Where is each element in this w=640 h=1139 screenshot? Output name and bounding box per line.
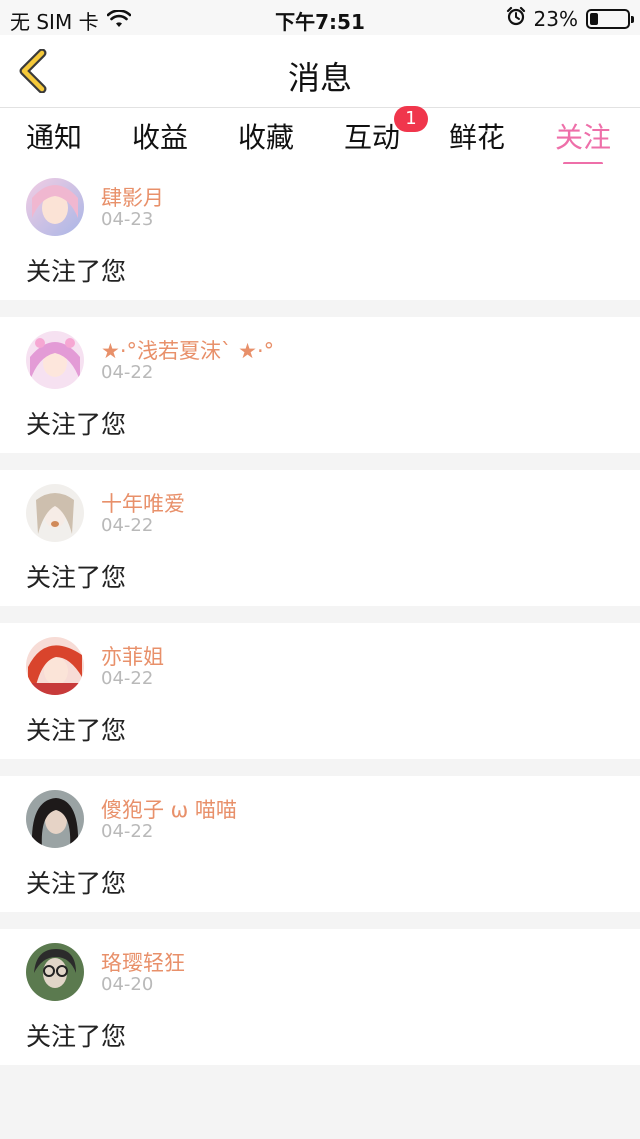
divider xyxy=(0,300,640,317)
message-text: 关注了您 xyxy=(26,563,127,592)
divider xyxy=(0,606,640,623)
user-name[interactable]: ★·°浅若夏沫ˋ ★·° xyxy=(101,335,274,365)
avatar[interactable] xyxy=(26,943,84,1001)
page-title: 消息 xyxy=(287,59,352,97)
tab-favorites[interactable]: 收藏 xyxy=(238,116,294,156)
battery-percent: 23% xyxy=(533,6,578,31)
divider xyxy=(0,1065,640,1082)
message-text: 关注了您 xyxy=(26,410,127,439)
avatar[interactable] xyxy=(26,178,84,236)
user-name[interactable]: 肆影月 xyxy=(101,182,164,212)
follow-message-list: 肆影月 04-23 关注了您 ★·°浅若夏沫ˋ ★·° 04-22 关注了您 十… xyxy=(0,164,640,1082)
tab-interactions[interactable]: 互动 1 xyxy=(344,106,428,156)
list-item[interactable]: 珞璎轻狂 04-20 关注了您 xyxy=(0,929,640,1065)
tab-flowers[interactable]: 鲜花 xyxy=(449,116,505,156)
user-name[interactable]: 十年唯爱 xyxy=(101,488,185,518)
message-date: 04-22 xyxy=(101,668,154,689)
tab-label: 互动 xyxy=(344,121,401,154)
battery-icon xyxy=(586,8,634,29)
message-date: 04-22 xyxy=(101,515,154,536)
tab-label: 收益 xyxy=(132,121,189,154)
divider xyxy=(0,453,640,470)
message-date: 04-20 xyxy=(101,974,154,995)
message-date: 04-22 xyxy=(101,821,154,842)
alarm-icon xyxy=(506,6,526,31)
divider xyxy=(0,912,640,929)
tab-label: 收藏 xyxy=(238,121,295,154)
battery-fill xyxy=(590,12,598,25)
user-name[interactable]: 亦菲姐 xyxy=(101,641,164,671)
user-name[interactable]: 珞璎轻狂 xyxy=(101,947,185,977)
avatar[interactable] xyxy=(26,790,84,848)
divider xyxy=(0,759,640,776)
tab-label: 鲜花 xyxy=(449,121,506,154)
list-item[interactable]: 肆影月 04-23 关注了您 xyxy=(0,164,640,300)
message-date: 04-22 xyxy=(101,362,154,383)
user-name[interactable]: 傻狍子 ω 喵喵 xyxy=(101,794,237,824)
tab-label: 关注 xyxy=(555,121,612,154)
tab-follows[interactable]: 关注 xyxy=(555,116,612,165)
message-date: 04-23 xyxy=(101,209,154,230)
avatar[interactable] xyxy=(26,484,84,542)
avatar[interactable] xyxy=(26,331,84,389)
list-item[interactable]: ★·°浅若夏沫ˋ ★·° 04-22 关注了您 xyxy=(0,317,640,453)
message-text: 关注了您 xyxy=(26,257,127,286)
message-text: 关注了您 xyxy=(26,716,127,745)
list-item[interactable]: 傻狍子 ω 喵喵 04-22 关注了您 xyxy=(0,776,640,912)
message-text: 关注了您 xyxy=(26,1022,127,1051)
nav-bar: 消息 xyxy=(0,35,640,108)
unread-badge: 1 xyxy=(394,106,428,132)
list-item[interactable]: 亦菲姐 04-22 关注了您 xyxy=(0,623,640,759)
list-item[interactable]: 十年唯爱 04-22 关注了您 xyxy=(0,470,640,606)
tab-earnings[interactable]: 收益 xyxy=(132,116,188,156)
status-bar: 无 SIM 卡 下午7:51 23% xyxy=(0,0,640,35)
avatar[interactable] xyxy=(26,637,84,695)
tab-notifications[interactable]: 通知 xyxy=(26,116,82,156)
tab-label: 通知 xyxy=(26,121,83,154)
message-text: 关注了您 xyxy=(26,869,127,898)
message-tabs: 通知 收益 收藏 互动 1 鲜花 关注 xyxy=(0,106,640,165)
